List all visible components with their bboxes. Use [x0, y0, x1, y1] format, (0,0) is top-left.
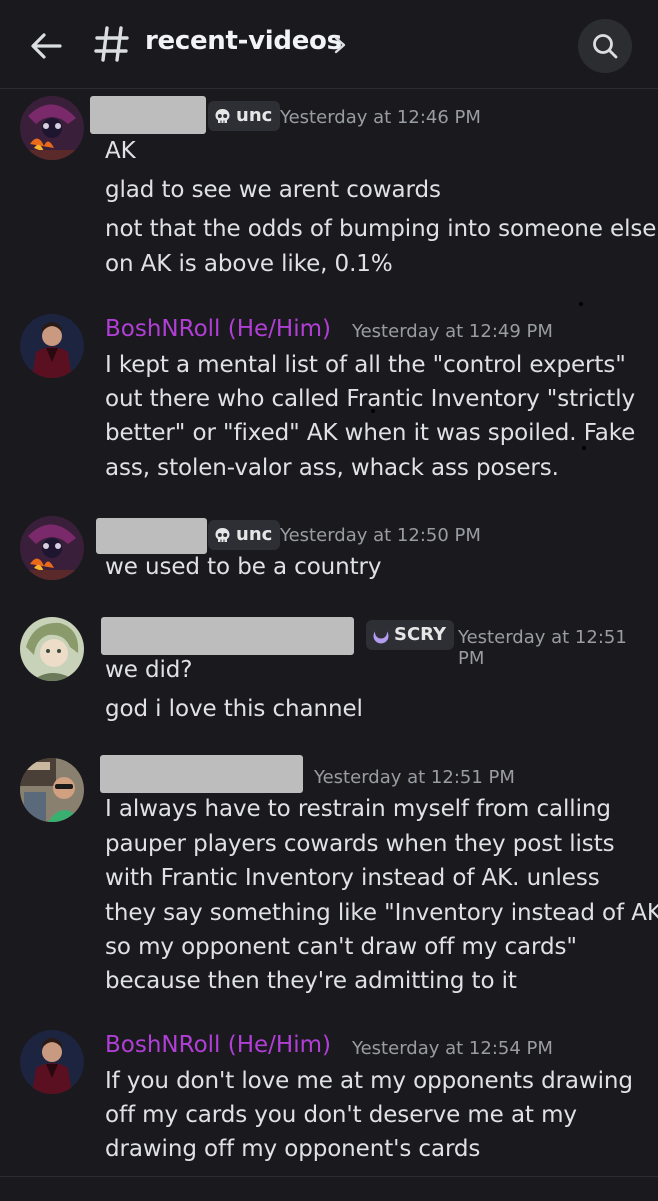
- message-line: pauper players cowards when they post li…: [105, 831, 615, 857]
- role-tag-label: SCRY: [394, 624, 447, 645]
- back-button[interactable]: [26, 26, 66, 66]
- avatar[interactable]: [20, 617, 84, 681]
- role-tag-label: unc: [236, 524, 273, 545]
- search-button[interactable]: [578, 19, 632, 73]
- avatar[interactable]: [20, 1030, 84, 1094]
- author-name-redacted: [101, 617, 354, 655]
- author-name-redacted: [90, 96, 206, 134]
- message-line: because then they're admitting to it: [105, 968, 517, 994]
- avatar[interactable]: [20, 96, 84, 160]
- arrow-left-icon: [31, 33, 62, 59]
- role-tag-label: unc: [236, 105, 273, 126]
- timestamp: Yesterday at 12:51 PM: [314, 767, 515, 788]
- message-line: I always have to restrain myself from ca…: [105, 796, 611, 822]
- hash-icon: [94, 22, 130, 66]
- message-line: so my opponent can't draw off my cards": [105, 934, 577, 960]
- message-line: with Frantic Inventory instead of AK. un…: [105, 865, 600, 891]
- timestamp: Yesterday at 12:51 PM: [458, 627, 627, 669]
- message-line: I kept a mental list of all the "control…: [105, 352, 626, 378]
- message-line: on AK is above like, 0.1%: [105, 251, 393, 277]
- message-line: If you don't love me at my opponents dra…: [105, 1068, 633, 1094]
- artifact-dot: [579, 302, 583, 306]
- role-tag[interactable]: SCRY: [366, 620, 455, 650]
- message-line: AK: [105, 138, 136, 164]
- timestamp: Yesterday at 12:49 PM: [352, 321, 553, 342]
- message-line: out there who called Frantic Inventory "…: [105, 386, 635, 412]
- message-line: ass, stolen-valor ass, whack ass posers.: [105, 455, 559, 481]
- avatar[interactable]: [20, 758, 84, 822]
- skull-icon: [215, 109, 230, 123]
- timestamp: Yesterday at 12:50 PM: [280, 525, 481, 546]
- message-line: we used to be a country: [105, 554, 382, 580]
- author-name-redacted: [96, 518, 207, 554]
- message-line: we did?: [105, 657, 193, 683]
- message-line: not that the odds of bumping into someon…: [105, 216, 657, 242]
- author-name[interactable]: BoshNRoll (He/Him): [105, 316, 331, 342]
- message-line: god i love this channel: [105, 696, 363, 722]
- role-tag[interactable]: unc: [208, 520, 281, 550]
- artifact-dot: [582, 446, 586, 450]
- message-line: better" or "fixed" AK when it was spoile…: [105, 420, 636, 446]
- avatar[interactable]: [20, 314, 84, 378]
- bottom-bar: [0, 1176, 658, 1201]
- message-line: they say something like "Inventory inste…: [105, 900, 658, 926]
- message-line: off my cards you don't deserve me at my: [105, 1102, 577, 1128]
- timestamp: Yesterday at 12:54 PM: [352, 1038, 553, 1059]
- timestamp: Yesterday at 12:46 PM: [280, 107, 481, 128]
- message-line: drawing off my opponent's cards: [105, 1136, 481, 1162]
- author-name-redacted: [100, 755, 303, 793]
- avatar[interactable]: [20, 516, 84, 580]
- crescent-moon-icon: [373, 627, 389, 644]
- channel-header: recent-videos: [0, 0, 658, 89]
- artifact-dot: [371, 409, 375, 413]
- channel-name[interactable]: recent-videos: [145, 26, 342, 56]
- skull-icon: [215, 528, 230, 542]
- role-tag[interactable]: unc: [208, 101, 281, 131]
- chevron-right-icon[interactable]: [332, 34, 348, 56]
- message-line: glad to see we arent cowards: [105, 177, 441, 203]
- author-name[interactable]: BoshNRoll (He/Him): [105, 1032, 331, 1058]
- search-icon: [593, 34, 618, 59]
